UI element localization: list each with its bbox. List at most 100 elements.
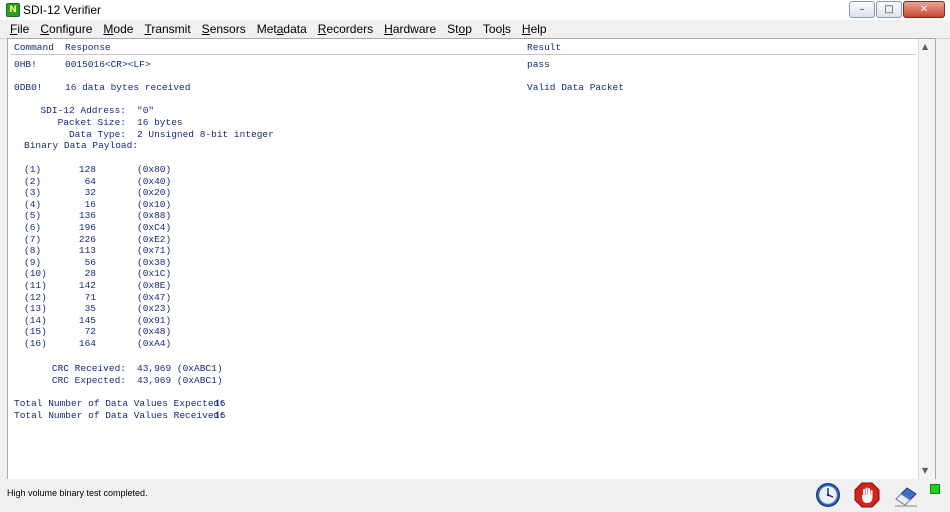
minimize-button[interactable]: – xyxy=(849,1,875,18)
scroll-down-arrow-icon[interactable]: ▼ xyxy=(922,466,928,475)
menu-text: elp xyxy=(530,22,547,36)
maximize-button[interactable]: □ xyxy=(876,1,902,18)
column-header-result: Result xyxy=(527,42,562,53)
header-divider xyxy=(11,54,916,55)
window-controls: – □ ✕ xyxy=(848,1,945,18)
menu-item-0[interactable]: File xyxy=(0,22,35,36)
row-2-result: Valid Data Packet xyxy=(527,82,624,93)
menu-item-4[interactable]: Sensors xyxy=(197,22,252,36)
crc-received-value: 43,969 (0xABC1) xyxy=(137,363,223,374)
total-received-value: 16 xyxy=(214,410,226,421)
payload-decimal: 72 xyxy=(84,326,96,338)
payload-decimal: 145 xyxy=(78,314,96,326)
payload-index: (2) xyxy=(24,175,42,187)
menu-text: ensors xyxy=(209,22,246,36)
menu-text: onfigure xyxy=(49,22,93,36)
title-bar[interactable]: N SDI-12 Verifier – □ ✕ xyxy=(0,0,950,21)
payload-decimal: 164 xyxy=(78,338,96,349)
menu-item-7[interactable]: Hardware xyxy=(379,22,442,36)
payload-index: (11) xyxy=(24,280,47,291)
address-value: "0" xyxy=(137,105,155,116)
menu-mnemonic: H xyxy=(521,22,531,36)
stop-hand-icon[interactable] xyxy=(854,482,880,508)
payload-hex: (0x91) xyxy=(137,314,172,326)
payload-hex: (0x8E) xyxy=(137,280,172,291)
data-type-label: Data Type: xyxy=(68,129,126,140)
total-expected-value: 16 xyxy=(214,398,226,409)
menu-item-5[interactable]: Metadata xyxy=(252,22,313,36)
payload-hex: (0x48) xyxy=(137,326,172,338)
column-header-command: Command xyxy=(14,42,54,53)
menu-bar: File Configure Mode Transmit Sensors Metadata… xyxy=(0,20,950,39)
menu-text: ardware xyxy=(392,22,437,36)
menu-text: ransmit xyxy=(151,22,191,36)
payload-hex: (0xC4) xyxy=(137,222,172,233)
status-bar: High volume binary test completed. xyxy=(0,479,950,512)
results-panel[interactable]: Command Response Result 0HB! 0015016<CR>… xyxy=(7,38,936,480)
payload-decimal: 71 xyxy=(84,291,96,303)
payload-decimal: 28 xyxy=(84,268,96,280)
payload-decimal: 16 xyxy=(84,198,96,210)
menu-item-1[interactable]: Configure xyxy=(35,22,98,36)
eraser-icon[interactable] xyxy=(893,482,919,508)
connection-status-led xyxy=(930,484,940,494)
payload-hex: (0x10) xyxy=(137,198,172,210)
payload-index: (10) xyxy=(24,268,47,280)
payload-index: (5) xyxy=(24,210,42,222)
payload-hex: (0x88) xyxy=(137,210,172,222)
close-button[interactable]: ✕ xyxy=(903,1,945,18)
payload-decimal: 56 xyxy=(84,256,96,268)
column-header-response: Response xyxy=(65,42,111,53)
menu-text: data xyxy=(283,22,307,36)
payload-hex: (0x40) xyxy=(137,175,172,187)
payload-index: (16) xyxy=(24,338,47,349)
payload-label: Binary Data Payload: xyxy=(24,140,139,151)
payload-index: (4) xyxy=(24,198,42,210)
menu-text: St xyxy=(447,22,459,36)
app-icon[interactable]: N xyxy=(6,3,20,17)
payload-index: (9) xyxy=(24,256,42,268)
total-received-label: Total Number of Data Values Received: xyxy=(14,410,225,421)
window-title: SDI-12 Verifier xyxy=(23,3,102,17)
payload-hex: (0x47) xyxy=(137,291,172,303)
payload-hex: (0xE2) xyxy=(137,233,172,245)
menu-item-3[interactable]: Transmit xyxy=(139,22,196,36)
menu-item-9[interactable]: Tools xyxy=(478,22,517,36)
scroll-up-arrow-icon[interactable]: ▲ xyxy=(922,42,928,51)
row-2-command: 0DB0! xyxy=(14,82,43,93)
payload-hex: (0xA4) xyxy=(137,338,172,349)
crc-expected-label: CRC Expected: xyxy=(51,375,126,386)
menu-item-2[interactable]: Mode xyxy=(98,22,139,36)
payload-index: (14) xyxy=(24,314,47,326)
payload-index: (7) xyxy=(24,233,42,245)
payload-index: (13) xyxy=(24,303,47,315)
clock-icon[interactable] xyxy=(815,482,841,508)
menu-mnemonic: H xyxy=(384,22,393,36)
row-1-result: pass xyxy=(527,59,550,70)
payload-index: (15) xyxy=(24,326,47,338)
payload-index: (1) xyxy=(24,164,42,175)
address-label: SDI-12 Address: xyxy=(40,105,126,116)
menu-text: s xyxy=(504,22,511,36)
payload-hex: (0x20) xyxy=(137,187,172,199)
payload-hex: (0x23) xyxy=(137,303,172,315)
menu-item-6[interactable]: Recorders xyxy=(313,22,379,36)
menu-text: ecorders xyxy=(326,22,374,36)
payload-decimal: 113 xyxy=(78,245,96,257)
crc-received-label: CRC Received: xyxy=(51,363,126,374)
menu-text: Met xyxy=(256,22,277,36)
payload-hex: (0x80) xyxy=(137,164,172,175)
payload-decimal: 128 xyxy=(78,164,96,175)
payload-index: (6) xyxy=(24,222,42,233)
payload-decimal: 35 xyxy=(84,303,96,315)
menu-mnemonic: C xyxy=(40,22,50,36)
status-message: High volume binary test completed. xyxy=(7,488,148,498)
packet-size-value: 16 bytes xyxy=(137,117,183,128)
vertical-scrollbar[interactable]: ▲ ▼ xyxy=(918,39,935,479)
menu-item-8[interactable]: Stop xyxy=(442,22,478,36)
packet-size-label: Packet Size: xyxy=(57,117,126,128)
menu-item-10[interactable]: Help xyxy=(517,22,553,36)
row-2-response: 16 data bytes received xyxy=(65,82,191,93)
payload-decimal: 226 xyxy=(78,233,96,245)
menu-mnemonic: M xyxy=(103,22,114,36)
